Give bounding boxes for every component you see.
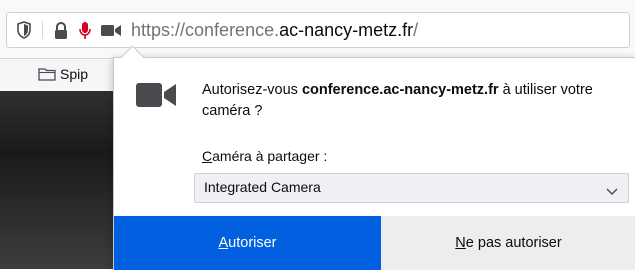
urlbar-separator [42,21,43,39]
deny-button[interactable]: Ne pas autoriser [381,216,635,270]
tracking-protection-shield-icon[interactable] [17,21,31,39]
chevron-down-icon [606,183,618,195]
camera-select-value: Integrated Camera [204,179,321,195]
camera-icon [136,82,176,108]
bookmark-folder-spip[interactable]: Spip [60,66,88,82]
navigation-toolbar: https://conference.ac-nancy-metz.fr/ [0,0,635,59]
lock-icon[interactable] [53,21,69,40]
camera-select[interactable]: Integrated Camera [194,173,629,203]
permission-prompt-text: Autorisez-vous conference.ac-nancy-metz.… [202,82,593,119]
requesting-site: conference.ac-nancy-metz.fr [301,82,499,98]
allow-button[interactable]: Autoriser [114,216,381,270]
page-content [0,91,115,269]
url-text[interactable]: https://conference.ac-nancy-metz.fr/ [131,19,418,41]
folder-icon [38,67,56,81]
camera-icon[interactable] [101,24,121,37]
microphone-icon[interactable] [79,21,91,40]
camera-share-label: Caméra à partager : [202,148,328,164]
camera-permission-panel: Autorisez-vous conference.ac-nancy-metz.… [113,45,635,270]
url-bar[interactable]: https://conference.ac-nancy-metz.fr/ [6,12,630,48]
